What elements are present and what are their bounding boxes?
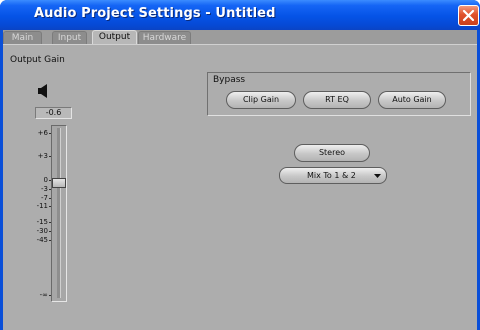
tab-main[interactable]: Main — [3, 31, 42, 44]
gain-fader-track[interactable] — [51, 125, 67, 302]
audio-settings-window: Audio Project Settings - Untitled Main I… — [0, 0, 480, 330]
bypass-label: Bypass — [213, 75, 246, 85]
tab-hardware[interactable]: Hardware — [138, 31, 191, 44]
output-panel: Output Gain -0.6 +6 +3 0 -3 -7 -11 -15 -… — [3, 44, 477, 330]
scale-label: -30 — [3, 227, 51, 235]
scale-label: 0 — [3, 176, 51, 184]
scale-label: -7 — [3, 194, 51, 202]
scale-label: -11 — [3, 202, 51, 210]
scale-label: +3 — [3, 152, 51, 160]
title-bar[interactable]: Audio Project Settings - Untitled — [0, 0, 480, 30]
window-title: Audio Project Settings - Untitled — [34, 6, 276, 21]
fader-groove — [57, 128, 61, 298]
tab-strip: Main Input Output Hardware — [3, 30, 477, 45]
mix-dropdown-value: Mix To 1 & 2 — [307, 171, 356, 180]
dropdown-arrow-icon — [374, 174, 381, 178]
mix-dropdown[interactable]: Mix To 1 & 2 — [279, 167, 387, 184]
output-gain-label: Output Gain — [10, 55, 65, 65]
scale-label: -3 — [3, 185, 51, 193]
gain-fader-thumb[interactable] — [52, 178, 66, 188]
clip-gain-button[interactable]: Clip Gain — [226, 91, 296, 109]
scale-label: -15 — [3, 218, 51, 226]
tab-input[interactable]: Input — [52, 31, 87, 44]
dialog-body: Main Input Output Hardware Output Gain -… — [3, 30, 477, 330]
tab-output[interactable]: Output — [92, 30, 137, 45]
rt-eq-button[interactable]: RT EQ — [303, 91, 371, 109]
auto-gain-button[interactable]: Auto Gain — [378, 91, 446, 109]
scale-label: -∞ — [3, 291, 51, 299]
close-icon — [462, 9, 475, 22]
scale-label: +6 — [3, 129, 51, 137]
stereo-button[interactable]: Stereo — [294, 144, 370, 162]
close-button[interactable] — [458, 5, 479, 26]
gain-readout[interactable]: -0.6 — [35, 107, 72, 119]
speaker-icon[interactable] — [37, 84, 49, 98]
scale-label: -45 — [3, 236, 51, 244]
